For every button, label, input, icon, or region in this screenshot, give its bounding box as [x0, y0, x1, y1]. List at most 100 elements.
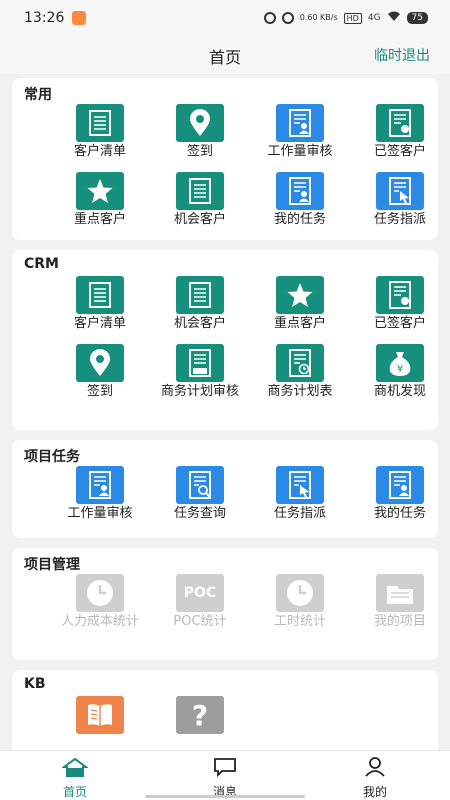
- net-speed: 0.60 KB/s: [299, 13, 338, 22]
- menu-item[interactable]: 任务查询: [150, 466, 250, 521]
- star-icon: [76, 172, 124, 210]
- menu-item-label: 我的任务: [373, 506, 426, 521]
- menu-item[interactable]: 客户清单: [50, 276, 150, 331]
- menu-item[interactable]: 客户清单: [50, 104, 150, 159]
- my-task-icon: [376, 466, 424, 504]
- signal-icon: 4G: [367, 13, 381, 23]
- menu-item[interactable]: [50, 696, 150, 734]
- task-assign-icon: [276, 466, 324, 504]
- tab-mine[interactable]: 我的: [300, 751, 450, 800]
- tab-messages[interactable]: 消息: [150, 751, 300, 800]
- section-crm: CRM 客户清单 机会客户 重点客户 已签客户 签到 商务计划审核 商务计划表 ¥ 商机发现: [12, 250, 438, 430]
- menu-item[interactable]: ¥ 商机发现: [350, 344, 450, 399]
- menu-item[interactable]: 商务计划表: [250, 344, 350, 399]
- section-kb: KB ?: [12, 670, 438, 760]
- menu-item[interactable]: 我的任务: [250, 172, 350, 227]
- menu-item-label: 任务查询: [173, 506, 226, 521]
- workload-review-icon: [76, 466, 124, 504]
- clock-icon: [76, 574, 124, 612]
- menu-item-label: 商务计划表: [267, 384, 333, 399]
- star-icon: [276, 276, 324, 314]
- menu-item[interactable]: 已签客户: [350, 276, 450, 331]
- workload-review-icon: [276, 104, 324, 142]
- money-bag-icon: ¥: [376, 344, 424, 382]
- task-assign-icon: [376, 172, 424, 210]
- menu-item-label: 任务指派: [273, 506, 326, 521]
- menu-item-label: 重点客户: [273, 316, 326, 331]
- list-icon: [76, 276, 124, 314]
- menu-item-label: 签到: [186, 144, 213, 159]
- status-time: 13:26: [24, 10, 65, 26]
- menu-item[interactable]: 任务指派: [250, 466, 350, 521]
- menu-item-label: 我的项目: [373, 614, 426, 629]
- signed-doc-icon: [376, 276, 424, 314]
- location-pin-icon: [76, 344, 124, 382]
- status-icons: 0.60 KB/s HD 4G 75: [263, 11, 428, 25]
- menu-item[interactable]: 工时统计: [250, 574, 350, 629]
- menu-item-label: 客户清单: [73, 316, 126, 331]
- menu-item-label: 客户清单: [73, 144, 126, 159]
- menu-item-label: 重点客户: [73, 212, 126, 227]
- question-icon: ?: [176, 696, 224, 734]
- wifi-icon: [387, 11, 401, 25]
- hd-badge: HD: [343, 12, 362, 24]
- poc-icon-glyph: POC: [183, 585, 217, 601]
- menu-item-label: 我的任务: [273, 212, 326, 227]
- menu-item-label: 机会客户: [173, 316, 226, 331]
- menu-item[interactable]: POC POC统计: [150, 574, 250, 629]
- home-indicator: [145, 795, 305, 798]
- section-project-tasks: 项目任务 工作量审核 任务查询 任务指派 我的任务: [12, 440, 438, 538]
- location-pin-icon: [176, 104, 224, 142]
- menu-item[interactable]: 人力成本统计: [50, 574, 150, 629]
- menu-item[interactable]: 重点客户: [50, 172, 150, 227]
- menu-item-label: 商机发现: [373, 384, 426, 399]
- menu-item-label: 工时统计: [273, 614, 326, 629]
- section-project-management: 项目管理 人力成本统计 POC POC统计 工时统计 我的项目: [12, 548, 438, 660]
- menu-item[interactable]: 机会客户: [150, 276, 250, 331]
- home-icon: [60, 757, 90, 777]
- signed-doc-icon: [376, 104, 424, 142]
- menu-item[interactable]: 任务指派: [350, 172, 450, 227]
- list-icon: [176, 276, 224, 314]
- task-search-icon: [176, 466, 224, 504]
- alarm-icon: [263, 12, 276, 24]
- section-title: KB: [24, 676, 46, 692]
- menu-item[interactable]: 机会客户: [150, 172, 250, 227]
- poc-icon: POC: [176, 574, 224, 612]
- menu-item[interactable]: 签到: [50, 344, 150, 399]
- menu-item[interactable]: 我的项目: [350, 574, 450, 629]
- menu-item[interactable]: 工作量审核: [50, 466, 150, 521]
- menu-item-label: 机会客户: [173, 212, 226, 227]
- section-title: 项目管理: [24, 557, 80, 573]
- tab-home-label: 首页: [62, 785, 87, 799]
- menu-item-label: POC统计: [173, 614, 227, 629]
- question-icon-glyph: ?: [191, 698, 209, 732]
- temp-logout-button[interactable]: 临时退出: [374, 45, 430, 65]
- menu-item-label: 人力成本统计: [60, 614, 139, 629]
- my-task-icon: [276, 172, 324, 210]
- menu-item[interactable]: 商务计划审核: [150, 344, 250, 399]
- tab-home[interactable]: 首页: [0, 751, 150, 800]
- section-title: CRM: [24, 256, 59, 272]
- clock-icon: [276, 574, 324, 612]
- menu-item[interactable]: 工作量审核: [250, 104, 350, 159]
- section-title: 项目任务: [24, 449, 80, 465]
- menu-item[interactable]: 签到: [150, 104, 250, 159]
- menu-item-label: 已签客户: [373, 144, 426, 159]
- app-header: 首页 临时退出: [0, 36, 450, 74]
- menu-item-label: 签到: [86, 384, 113, 399]
- section-title: 常用: [24, 87, 52, 103]
- menu-item[interactable]: 我的任务: [350, 466, 450, 521]
- book-icon: [76, 696, 124, 734]
- menu-item-label: 任务指派: [373, 212, 426, 227]
- menu-item[interactable]: ?: [150, 696, 250, 734]
- plan-table-icon: [276, 344, 324, 382]
- list-icon: [76, 104, 124, 142]
- folder-icon: [376, 574, 424, 612]
- user-icon: [365, 757, 385, 777]
- status-bar: 13:26 0.60 KB/s HD 4G 75: [0, 0, 450, 36]
- menu-item[interactable]: 已签客户: [350, 104, 450, 159]
- list-icon: [176, 172, 224, 210]
- menu-item[interactable]: 重点客户: [250, 276, 350, 331]
- message-icon: [214, 758, 236, 778]
